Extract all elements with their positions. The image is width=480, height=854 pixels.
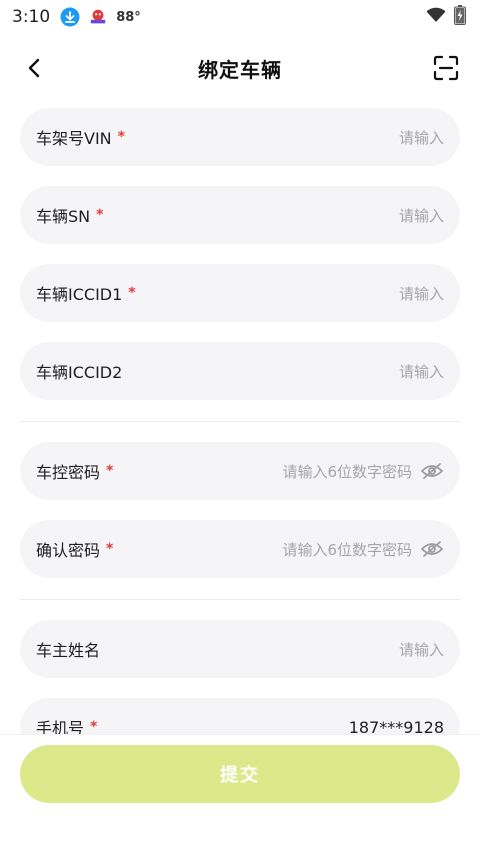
required-mark: * [90,719,98,735]
bottom-bar: 提交 [0,734,480,854]
field-label: 车辆SN [36,207,91,226]
required-mark: * [106,463,114,479]
iccid2-input[interactable]: 请输入 [399,361,444,382]
scan-button[interactable] [432,54,460,82]
section-divider [20,599,460,600]
submit-button[interactable]: 提交 [20,745,460,803]
section-divider [20,421,460,422]
eye-off-icon[interactable] [420,459,444,483]
field-label: 车辆ICCID1 [36,285,123,304]
download-icon [60,7,80,27]
owner-name-field[interactable]: 车主姓名 请输入 [20,620,460,678]
status-temperature: 88° [116,9,141,25]
iccid1-input[interactable]: 请输入 [399,283,444,304]
field-label: 车架号VIN [36,129,112,148]
sn-input[interactable]: 请输入 [399,205,444,226]
iccid1-field[interactable]: 车辆ICCID1 * 请输入 [20,264,460,322]
eye-off-icon[interactable] [420,537,444,561]
field-label: 车控密码 [36,463,101,482]
back-chevron-icon [28,58,40,78]
iccid2-field[interactable]: 车辆ICCID2 请输入 [20,342,460,400]
status-time: 3:10 [12,7,51,27]
field-label: 确认密码 [36,541,101,560]
wifi-icon [426,7,446,27]
field-label: 车辆ICCID2 [36,363,123,382]
control-password-field[interactable]: 车控密码 * 请输入6位数字密码 [20,442,460,500]
back-button[interactable] [20,54,48,82]
status-bar: 3:10 88° [0,0,480,34]
confirm-password-input[interactable]: 请输入6位数字密码 [282,539,412,560]
owner-name-input[interactable]: 请输入 [399,639,444,660]
confirm-password-field[interactable]: 确认密码 * 请输入6位数字密码 [20,520,460,578]
required-mark: * [128,285,136,301]
header: 绑定车辆 [0,40,480,96]
page-title: 绑定车辆 [198,57,282,82]
required-mark: * [106,541,114,557]
vin-input[interactable]: 请输入 [399,127,444,148]
app-notification-icon [88,7,108,27]
scan-icon [433,55,459,81]
field-label: 车主姓名 [36,641,101,660]
sn-field[interactable]: 车辆SN * 请输入 [20,186,460,244]
vin-field[interactable]: 车架号VIN * 请输入 [20,108,460,166]
required-mark: * [96,207,104,223]
control-password-input[interactable]: 请输入6位数字密码 [282,461,412,482]
required-mark: * [117,129,125,145]
battery-charging-icon [454,5,466,29]
